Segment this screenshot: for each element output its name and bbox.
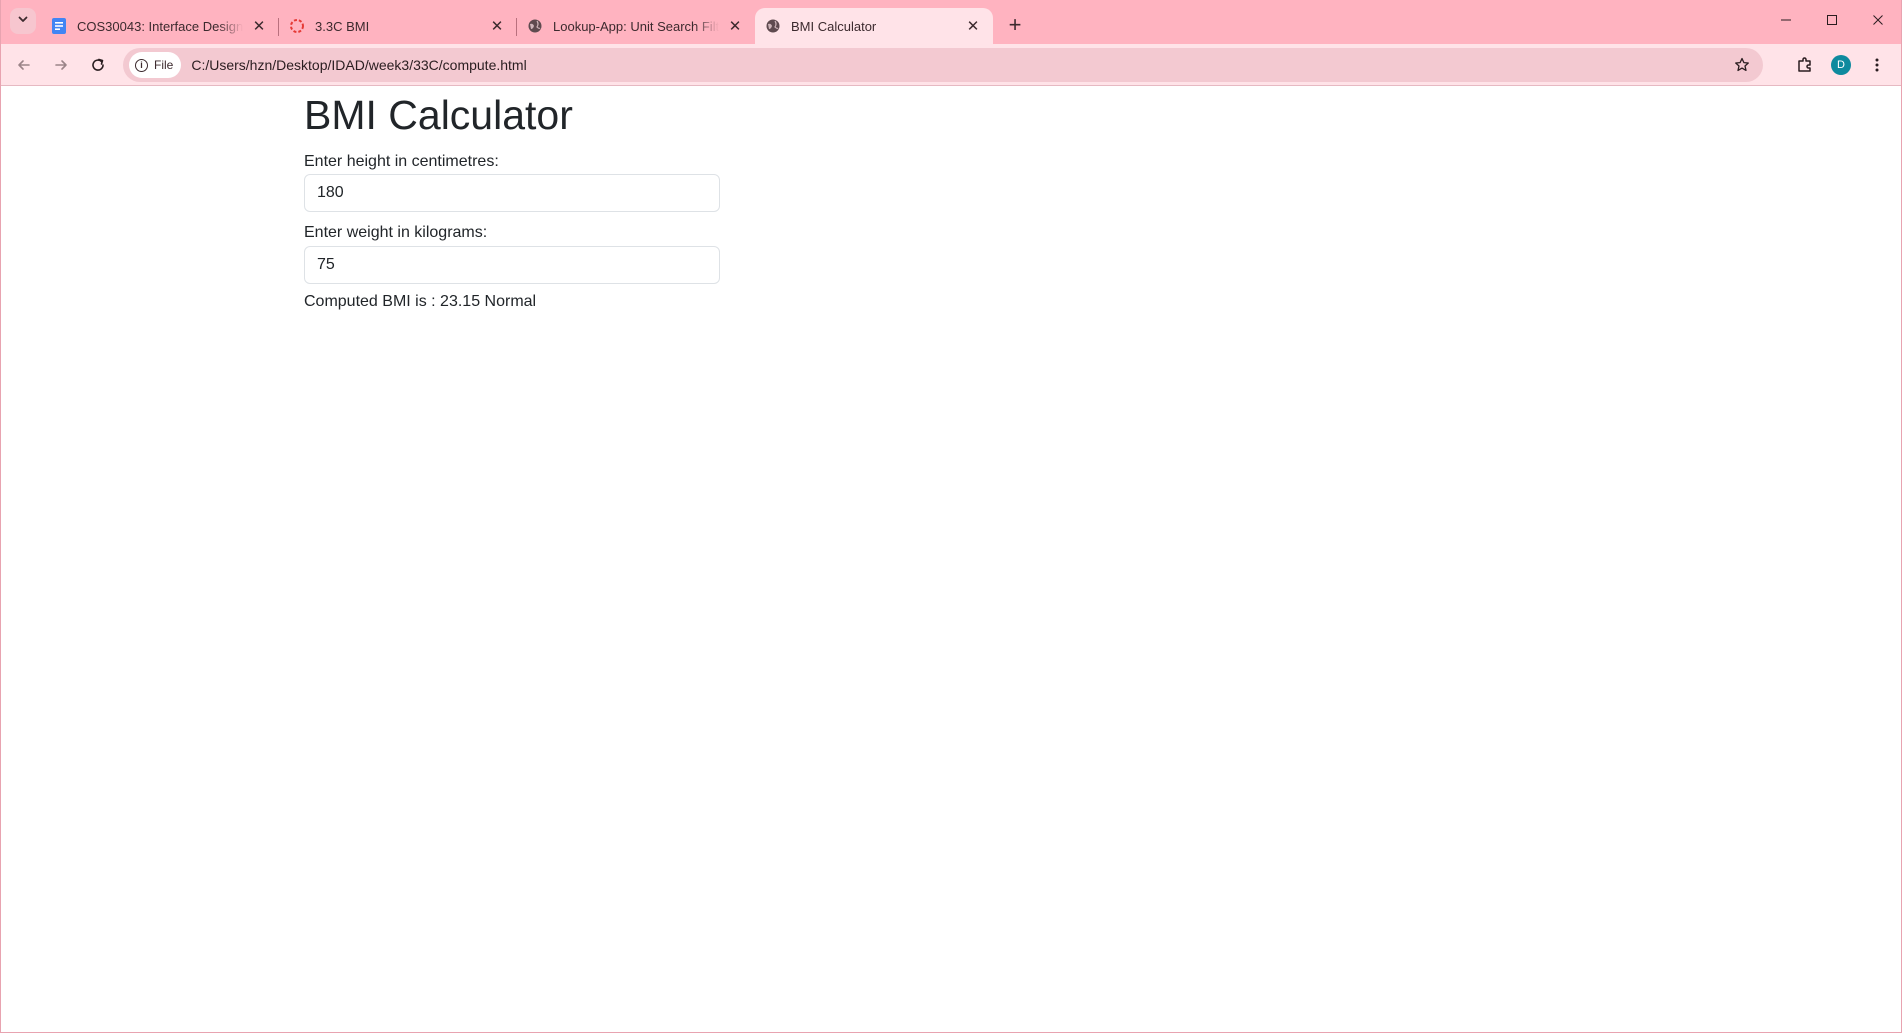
tab-bmi-calculator[interactable]: BMI Calculator ✕ bbox=[755, 8, 993, 44]
extensions-button[interactable] bbox=[1787, 48, 1823, 82]
tab-title: Lookup-App: Unit Search Filter bbox=[553, 18, 719, 34]
window-controls bbox=[1763, 0, 1901, 40]
close-icon[interactable]: ✕ bbox=[725, 16, 745, 36]
bmi-form: BMI Calculator Enter height in centimetr… bbox=[304, 87, 720, 311]
url-text[interactable]: C:/Users/hzn/Desktop/IDAD/week3/33C/comp… bbox=[191, 57, 526, 73]
weight-label: Enter weight in kilograms: bbox=[304, 224, 488, 242]
back-button[interactable] bbox=[7, 48, 41, 82]
maximize-icon bbox=[1827, 15, 1837, 25]
tab-title: COS30043: Interface Design and Developme… bbox=[77, 18, 243, 34]
menu-button[interactable] bbox=[1859, 48, 1895, 82]
height-label: Enter height in centimetres: bbox=[304, 153, 499, 171]
bmi-result: Computed BMI is : 23.15 Normal bbox=[304, 292, 537, 310]
profile-avatar[interactable]: D bbox=[1831, 55, 1851, 75]
tab-3-3c-bmi[interactable]: 3.3C BMI ✕ bbox=[279, 8, 517, 44]
reload-button[interactable] bbox=[81, 48, 115, 82]
tab-search-button[interactable] bbox=[10, 8, 36, 34]
height-input[interactable] bbox=[304, 174, 720, 213]
tab-cos30043[interactable]: COS30043: Interface Design and Developme… bbox=[41, 8, 279, 44]
browser-window: COS30043: Interface Design and Developme… bbox=[0, 0, 1902, 1033]
address-bar[interactable]: i File C:/Users/hzn/Desktop/IDAD/week3/3… bbox=[123, 48, 1763, 82]
plus-icon: + bbox=[1008, 12, 1022, 37]
arrow-right-icon bbox=[55, 59, 67, 70]
tab-title: BMI Calculator bbox=[791, 18, 877, 34]
close-window-button[interactable] bbox=[1855, 0, 1901, 40]
chevron-down-icon bbox=[17, 12, 29, 30]
weight-input[interactable] bbox=[304, 245, 720, 284]
tab-strip: COS30043: Interface Design and Developme… bbox=[1, 0, 1901, 44]
arrow-left-icon bbox=[18, 59, 30, 70]
close-window-icon bbox=[1873, 15, 1883, 25]
tab-title: 3.3C BMI bbox=[315, 18, 370, 34]
forward-button[interactable] bbox=[44, 48, 78, 82]
toolbar: i File C:/Users/hzn/Desktop/IDAD/week3/3… bbox=[1, 44, 1901, 86]
minimize-button[interactable] bbox=[1763, 0, 1809, 40]
maximize-button[interactable] bbox=[1809, 0, 1855, 40]
site-info-chip[interactable]: i File bbox=[129, 52, 182, 78]
tab-list: COS30043: Interface Design and Developme… bbox=[41, 0, 1031, 44]
loading-icon bbox=[289, 18, 305, 34]
close-icon[interactable]: ✕ bbox=[487, 16, 507, 36]
minimize-icon bbox=[1781, 19, 1791, 21]
puzzle-icon bbox=[1798, 57, 1811, 72]
tab-lookup-app[interactable]: Lookup-App: Unit Search Filter ✕ bbox=[517, 8, 755, 44]
page-title: BMI Calculator bbox=[304, 92, 573, 138]
globe-icon bbox=[527, 18, 543, 34]
close-icon[interactable]: ✕ bbox=[963, 16, 983, 36]
kebab-menu-icon bbox=[1875, 58, 1879, 72]
star-icon bbox=[1735, 57, 1749, 72]
bookmark-star-button[interactable] bbox=[1731, 54, 1753, 76]
site-info-label: File bbox=[154, 58, 174, 72]
new-tab-button[interactable]: + bbox=[999, 9, 1031, 41]
page-viewport: BMI Calculator Enter height in centimetr… bbox=[1, 87, 1901, 1032]
globe-icon bbox=[765, 18, 781, 34]
docs-icon bbox=[51, 18, 67, 34]
info-icon: i bbox=[135, 58, 148, 72]
reload-icon bbox=[92, 58, 104, 71]
close-icon[interactable]: ✕ bbox=[249, 16, 269, 36]
toolbar-actions: D bbox=[1787, 48, 1895, 82]
